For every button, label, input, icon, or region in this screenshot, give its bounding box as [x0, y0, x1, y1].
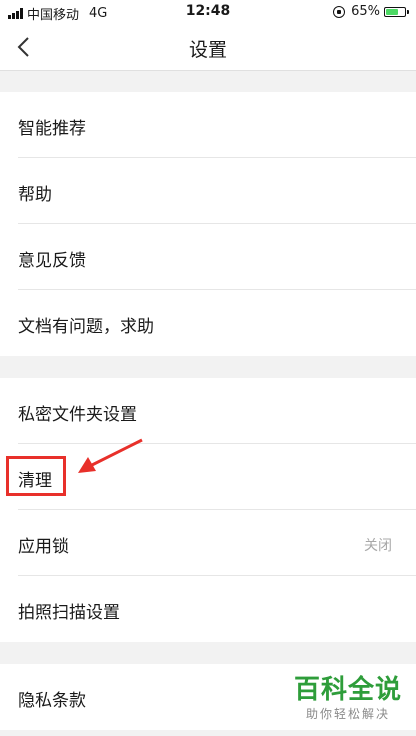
setting-label: 应用锁: [18, 537, 69, 557]
page-title: 设置: [188, 39, 227, 61]
setting-row-feedback[interactable]: 意见反馈: [0, 224, 416, 290]
setting-label: 私密文件夹设置: [18, 405, 137, 425]
setting-label: 拍照扫描设置: [18, 603, 120, 623]
watermark-sub: 助你轻松解决: [305, 707, 390, 721]
setting-label: 隐私条款: [18, 691, 86, 711]
setting-row-private-folder[interactable]: 私密文件夹设置: [0, 378, 416, 444]
setting-row-doc-help[interactable]: 文档有问题，求助: [0, 290, 416, 356]
setting-label: 智能推荐: [18, 119, 86, 139]
status-bar: 中国移动 4G 12:48 65%: [0, 0, 416, 24]
battery-percent: 65%: [351, 4, 380, 19]
setting-label: 帮助: [18, 185, 52, 205]
settings-group-2: 私密文件夹设置 清理 应用锁 关闭 拍照扫描设置: [0, 378, 416, 642]
setting-value: 关闭: [364, 538, 392, 554]
settings-group-1: 智能推荐 帮助 意见反馈 文档有问题，求助: [0, 92, 416, 356]
watermark-logo: 百科全说 助你轻松解决: [288, 674, 408, 722]
setting-row-scan-settings[interactable]: 拍照扫描设置: [0, 576, 416, 642]
setting-row-app-lock[interactable]: 应用锁 关闭: [0, 510, 416, 576]
setting-row-help[interactable]: 帮助: [0, 158, 416, 224]
nav-bar: 设置: [0, 24, 416, 71]
setting-label: 清理: [18, 471, 52, 491]
setting-label: 文档有问题，求助: [18, 317, 154, 337]
status-right: 65%: [333, 4, 409, 19]
watermark-main: 百科全说: [293, 675, 402, 705]
rotation-lock-icon: [333, 5, 346, 18]
battery-fill: [386, 8, 398, 15]
battery-icon: [384, 6, 409, 17]
setting-row-smart-recommend[interactable]: 智能推荐: [0, 92, 416, 158]
setting-row-clean[interactable]: 清理: [0, 444, 416, 510]
setting-label: 意见反馈: [18, 251, 86, 271]
